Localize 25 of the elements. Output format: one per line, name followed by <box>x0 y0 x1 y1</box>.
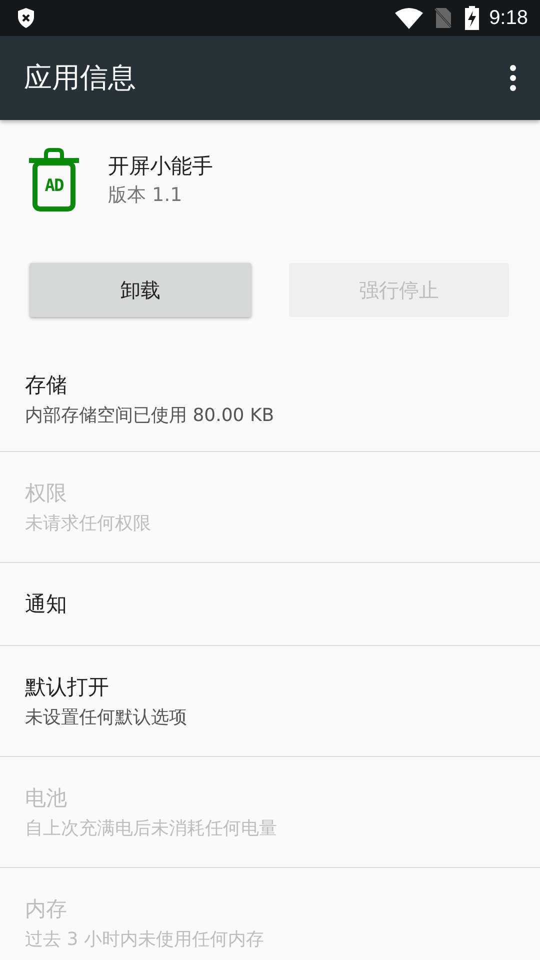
no-sim-icon <box>433 7 454 29</box>
settings-item[interactable]: 存储 内部存储空间已使用 80.00 KB <box>0 347 540 452</box>
uninstall-button[interactable]: 卸载 <box>30 263 250 317</box>
shield-icon <box>16 7 36 29</box>
item-summary: 未设置任何默认选项 <box>25 706 188 729</box>
app-version: 版本 1.1 <box>108 183 184 208</box>
trash-can-icon <box>28 148 80 212</box>
settings-item[interactable]: 通知 <box>0 563 540 646</box>
battery-charging-icon <box>465 6 480 30</box>
wifi-icon <box>395 7 424 29</box>
status-time: 9:18 <box>489 6 528 30</box>
item-title: 权限 <box>25 480 68 507</box>
item-title: 内存 <box>25 896 68 923</box>
item-summary: 内部存储空间已使用 80.00 KB <box>25 404 276 427</box>
item-summary: 自上次充满电后未消耗任何电量 <box>25 817 278 840</box>
item-summary: 未请求任何权限 <box>25 512 152 535</box>
icon-label: AD <box>44 176 64 196</box>
item-summary: 过去 3 小时内未使用任何内存 <box>25 928 265 951</box>
toolbar-title: 应用信息 <box>24 60 137 96</box>
item-title: 存储 <box>25 372 68 399</box>
item-title: 通知 <box>25 591 68 618</box>
item-title: 电池 <box>25 785 68 812</box>
app-name: 开屏小能手 <box>108 153 213 180</box>
item-title: 默认打开 <box>25 674 110 701</box>
settings-item[interactable]: 默认打开 未设置任何默认选项 <box>0 646 540 757</box>
